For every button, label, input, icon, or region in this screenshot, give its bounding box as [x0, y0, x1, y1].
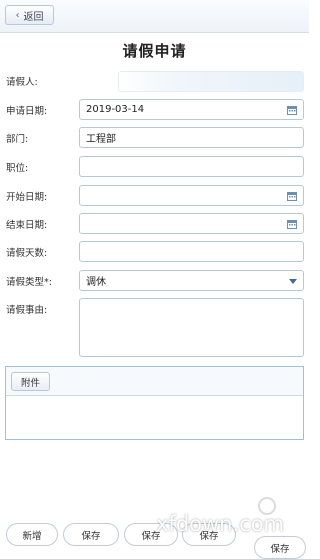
apply-date-value: 2019-03-14 [86, 104, 145, 115]
watermark: xfdown.com [156, 512, 285, 536]
end-date-label: 结束日期: [6, 220, 48, 231]
calendar-icon[interactable] [287, 191, 297, 201]
leave-days-input[interactable] [79, 241, 304, 262]
start-date-input[interactable] [79, 185, 304, 206]
dropdown-arrow-icon[interactable] [289, 279, 297, 284]
attachment-header: 附件 [6, 367, 303, 396]
page-title: 请假申请 [122, 42, 187, 60]
new-button[interactable]: 新增 [6, 523, 58, 546]
department-value: 工程部 [86, 134, 116, 145]
position-label: 职位: [6, 163, 29, 174]
calendar-icon[interactable] [287, 105, 297, 115]
position-input[interactable] [79, 156, 304, 177]
leave-type-label: 请假类型*: [6, 277, 52, 288]
start-date-label: 开始日期: [6, 192, 48, 203]
leave-reason-textarea[interactable] [79, 298, 304, 357]
chevron-left-icon: ‹ [15, 9, 20, 21]
leave-type-value: 调休 [86, 277, 106, 288]
attachment-panel: 附件 [5, 366, 304, 440]
leave-reason-label: 请假事由: [6, 305, 48, 316]
apply-date-label: 申请日期: [6, 106, 48, 117]
attachment-button[interactable]: 附件 [11, 372, 50, 391]
department-input[interactable]: 工程部 [79, 127, 304, 148]
apply-date-input[interactable]: 2019-03-14 [79, 99, 304, 120]
top-bar: ‹ 返回 [0, 0, 309, 33]
department-label: 部门: [6, 134, 29, 145]
back-button[interactable]: ‹ 返回 [5, 5, 54, 25]
leave-type-select[interactable]: 调休 [79, 270, 304, 291]
back-button-label: 返回 [23, 11, 44, 23]
applicant-field [118, 71, 304, 92]
save-button-1[interactable]: 保存 [63, 523, 119, 546]
end-date-input[interactable] [79, 213, 304, 234]
leave-days-label: 请假天数: [6, 248, 48, 259]
applicant-label: 请假人: [6, 77, 38, 88]
save-button-4[interactable]: 保存 [254, 536, 306, 559]
calendar-icon[interactable] [287, 219, 297, 229]
